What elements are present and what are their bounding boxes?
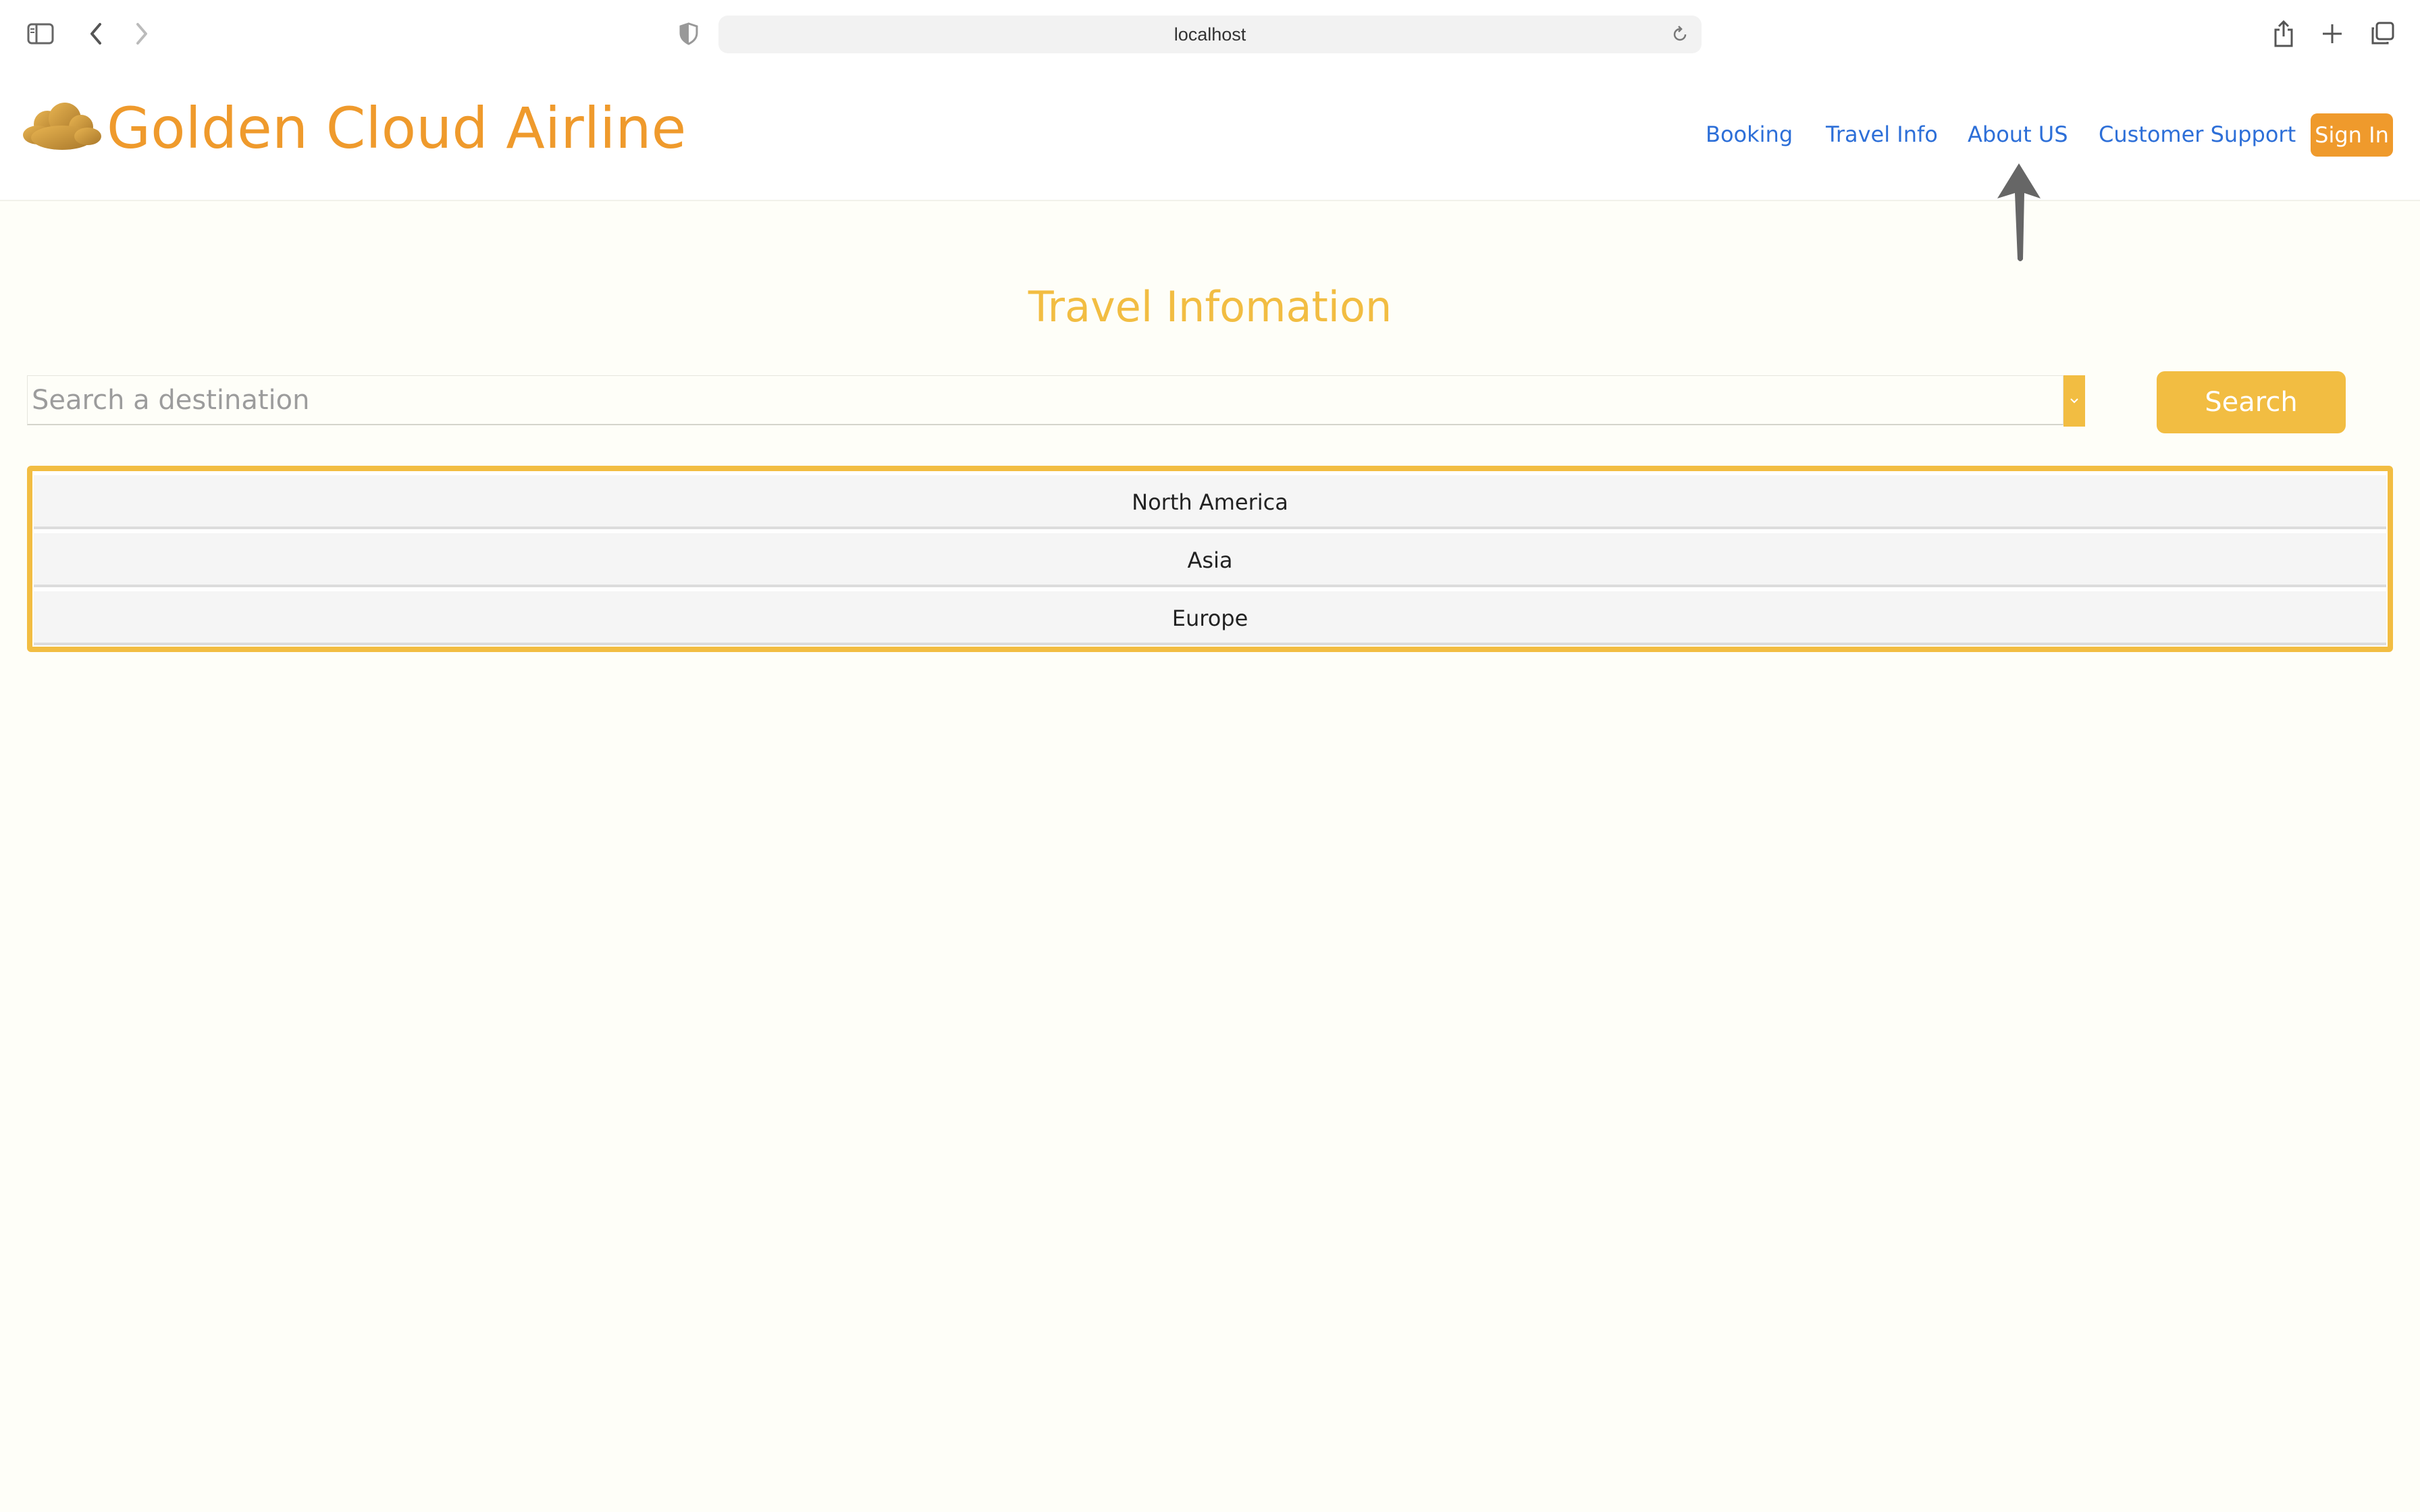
address-bar[interactable]: localhost: [718, 16, 1702, 53]
tab-overview-icon[interactable]: [2366, 18, 2398, 50]
new-tab-icon[interactable]: [2316, 18, 2348, 50]
dropdown-toggle[interactable]: [2063, 375, 2085, 427]
nav-travel-info[interactable]: Travel Info: [1826, 112, 1938, 157]
region-item-asia[interactable]: Asia: [34, 533, 2386, 587]
cloud-icon[interactable]: [20, 99, 104, 155]
search-button[interactable]: Search: [2157, 371, 2346, 433]
nav-booking[interactable]: Booking: [1706, 112, 1793, 157]
destination-search-input[interactable]: [27, 375, 2063, 425]
back-icon[interactable]: [80, 18, 112, 50]
reload-icon[interactable]: [1671, 25, 1689, 44]
site-header: Golden Cloud Airline Booking Travel Info…: [0, 68, 2420, 201]
chevron-down-icon: [2070, 398, 2078, 404]
nav-about-us[interactable]: About US: [1968, 112, 2068, 157]
region-item-north-america[interactable]: North America: [34, 475, 2386, 529]
browser-toolbar: localhost: [0, 0, 2420, 68]
brand-title[interactable]: Golden Cloud Airline: [107, 94, 686, 162]
region-list: North America Asia Europe: [27, 466, 2393, 652]
annotation-arrow-icon: [1992, 159, 2046, 267]
page-title: Travel Infomation: [1028, 282, 1392, 331]
region-item-europe[interactable]: Europe: [34, 591, 2386, 645]
nav-customer-support[interactable]: Customer Support: [2099, 112, 2296, 157]
url-text[interactable]: localhost: [718, 16, 1702, 53]
shield-icon: [673, 18, 705, 50]
sign-in-button[interactable]: Sign In: [2311, 113, 2393, 157]
forward-icon[interactable]: [126, 18, 158, 50]
share-icon[interactable]: [2267, 18, 2300, 50]
sidebar-icon[interactable]: [24, 18, 57, 50]
